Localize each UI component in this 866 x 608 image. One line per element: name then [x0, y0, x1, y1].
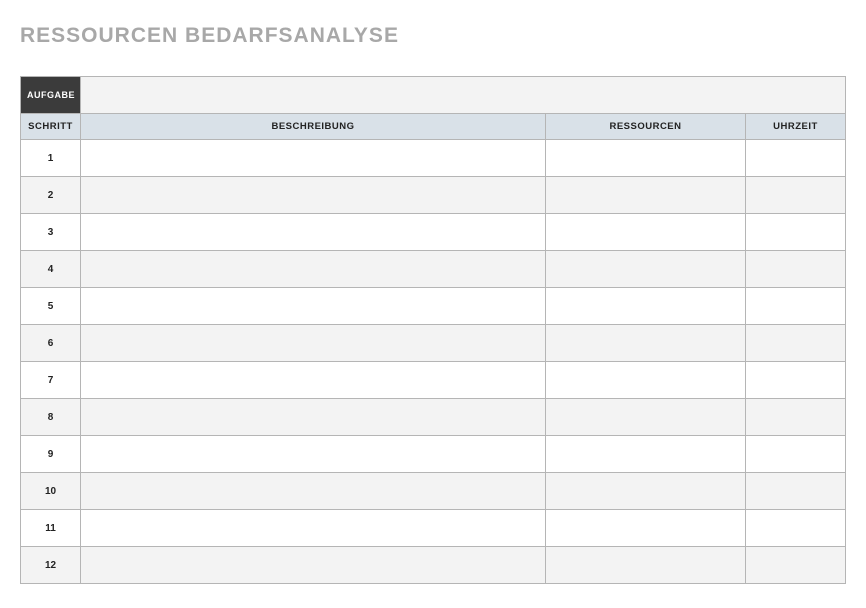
step-cell: 11: [21, 510, 81, 547]
beschreibung-cell: [81, 251, 546, 288]
aufgabe-label: AUFGABE: [21, 77, 81, 114]
beschreibung-cell: [81, 214, 546, 251]
col-beschreibung: BESCHREIBUNG: [81, 114, 546, 140]
table-row: 11: [21, 510, 846, 547]
table-row: 1: [21, 140, 846, 177]
uhrzeit-cell: [746, 214, 846, 251]
uhrzeit-cell: [746, 547, 846, 584]
table-row: 7: [21, 362, 846, 399]
col-schritt: SCHRITT: [21, 114, 81, 140]
step-cell: 6: [21, 325, 81, 362]
ressourcen-cell: [546, 473, 746, 510]
uhrzeit-cell: [746, 436, 846, 473]
ressourcen-cell: [546, 140, 746, 177]
uhrzeit-cell: [746, 325, 846, 362]
step-cell: 7: [21, 362, 81, 399]
step-cell: 10: [21, 473, 81, 510]
col-uhrzeit: UHRZEIT: [746, 114, 846, 140]
table-row: 6: [21, 325, 846, 362]
page-title: RESSOURCEN BEDARFSANALYSE: [20, 24, 846, 48]
beschreibung-cell: [81, 177, 546, 214]
uhrzeit-cell: [746, 399, 846, 436]
table-row: 3: [21, 214, 846, 251]
ressourcen-cell: [546, 251, 746, 288]
ressourcen-cell: [546, 399, 746, 436]
table-row: 10: [21, 473, 846, 510]
table-row: 8: [21, 399, 846, 436]
beschreibung-cell: [81, 473, 546, 510]
uhrzeit-cell: [746, 140, 846, 177]
uhrzeit-cell: [746, 362, 846, 399]
step-cell: 1: [21, 140, 81, 177]
table-row: 2: [21, 177, 846, 214]
uhrzeit-cell: [746, 288, 846, 325]
step-cell: 3: [21, 214, 81, 251]
ressourcen-cell: [546, 214, 746, 251]
beschreibung-cell: [81, 362, 546, 399]
step-cell: 8: [21, 399, 81, 436]
col-ressourcen: RESSOURCEN: [546, 114, 746, 140]
beschreibung-cell: [81, 140, 546, 177]
uhrzeit-cell: [746, 251, 846, 288]
beschreibung-cell: [81, 510, 546, 547]
aufgabe-row: AUFGABE: [21, 77, 846, 114]
table-row: 5: [21, 288, 846, 325]
ressourcen-cell: [546, 436, 746, 473]
analysis-table: AUFGABE SCHRITT BESCHREIBUNG RESSOURCEN …: [20, 76, 846, 584]
ressourcen-cell: [546, 510, 746, 547]
ressourcen-cell: [546, 362, 746, 399]
aufgabe-value: [81, 77, 846, 114]
ressourcen-cell: [546, 288, 746, 325]
ressourcen-cell: [546, 177, 746, 214]
beschreibung-cell: [81, 547, 546, 584]
uhrzeit-cell: [746, 510, 846, 547]
ressourcen-cell: [546, 325, 746, 362]
ressourcen-cell: [546, 547, 746, 584]
column-header-row: SCHRITT BESCHREIBUNG RESSOURCEN UHRZEIT: [21, 114, 846, 140]
beschreibung-cell: [81, 325, 546, 362]
table-row: 9: [21, 436, 846, 473]
step-cell: 12: [21, 547, 81, 584]
step-cell: 4: [21, 251, 81, 288]
step-cell: 9: [21, 436, 81, 473]
table-row: 4: [21, 251, 846, 288]
table-row: 12: [21, 547, 846, 584]
uhrzeit-cell: [746, 473, 846, 510]
uhrzeit-cell: [746, 177, 846, 214]
beschreibung-cell: [81, 436, 546, 473]
beschreibung-cell: [81, 399, 546, 436]
step-cell: 5: [21, 288, 81, 325]
beschreibung-cell: [81, 288, 546, 325]
step-cell: 2: [21, 177, 81, 214]
